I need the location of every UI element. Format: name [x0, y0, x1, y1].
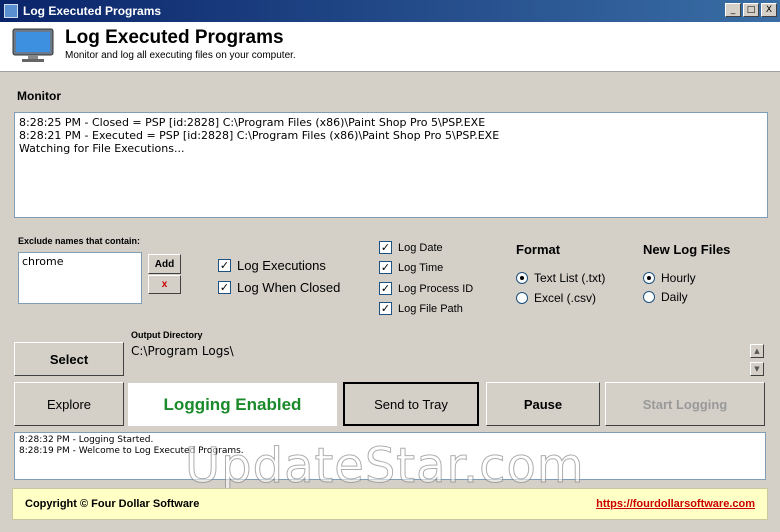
radio-selected-icon — [643, 272, 655, 284]
format-txt-label: Text List (.txt) — [534, 271, 606, 285]
daily-label: Daily — [661, 290, 688, 304]
format-label: Format — [516, 242, 561, 257]
hourly-radio[interactable]: Hourly — [643, 271, 696, 285]
log-when-closed-checkbox[interactable]: ✓ Log When Closed — [218, 280, 340, 295]
checkmark-icon: ✓ — [218, 259, 231, 272]
log-executions-label: Log Executions — [237, 258, 326, 273]
checkmark-icon: ✓ — [379, 241, 392, 254]
scroll-down-icon[interactable]: ▼ — [750, 362, 764, 376]
format-txt-radio[interactable]: Text List (.txt) — [516, 271, 605, 285]
log-executions-checkbox[interactable]: ✓ Log Executions — [218, 258, 326, 273]
format-csv-radio[interactable]: Excel (.csv) — [516, 291, 596, 305]
exclude-item[interactable]: chrome — [22, 255, 138, 268]
minimize-button[interactable]: _ — [725, 3, 741, 17]
send-to-tray-button[interactable]: Send to Tray — [343, 382, 479, 426]
copyright-text: Copyright © Four Dollar Software — [25, 498, 200, 510]
monitor-line: 8:28:21 PM - Executed = PSP [id:2828] C:… — [19, 129, 500, 142]
radio-selected-icon — [516, 272, 528, 284]
title-bar: Log Executed Programs _ □ X — [0, 0, 780, 22]
checkmark-icon: ✓ — [379, 261, 392, 274]
explore-button[interactable]: Explore — [14, 382, 124, 426]
log-file-path-label: Log File Path — [398, 302, 463, 315]
hourly-label: Hourly — [661, 271, 696, 285]
maximize-button[interactable]: □ — [743, 3, 759, 17]
monitor-label: Monitor — [17, 89, 61, 103]
log-time-checkbox[interactable]: ✓ Log Time — [379, 261, 443, 274]
start-logging-button[interactable]: Start Logging — [605, 382, 765, 426]
log-process-id-checkbox[interactable]: ✓ Log Process ID — [379, 282, 473, 295]
app-header: Log Executed Programs Monitor and log al… — [0, 22, 780, 72]
remove-exclude-button[interactable]: x — [148, 275, 181, 294]
radio-unselected-icon — [516, 292, 528, 304]
output-directory-path: C:\Program Logs\ — [131, 344, 234, 358]
exclude-list[interactable]: chrome — [18, 252, 142, 304]
monitor-line: Watching for File Executions... — [19, 142, 185, 155]
log-time-label: Log Time — [398, 261, 444, 274]
add-exclude-button[interactable]: Add — [148, 254, 181, 274]
output-directory-label: Output Directory — [131, 330, 203, 340]
checkmark-icon: ✓ — [218, 281, 231, 294]
log-file-path-checkbox[interactable]: ✓ Log File Path — [379, 302, 463, 315]
close-button[interactable]: X — [761, 3, 777, 17]
checkmark-icon: ✓ — [379, 302, 392, 315]
watermark: UpdateStar.com — [185, 438, 585, 495]
monitor-line: 8:28:25 PM - Closed = PSP [id:2828] C:\P… — [19, 116, 486, 129]
scroll-up-icon[interactable]: ▲ — [750, 344, 764, 358]
pause-button[interactable]: Pause — [486, 382, 600, 426]
logging-status: Logging Enabled — [128, 383, 337, 426]
log-date-checkbox[interactable]: ✓ Log Date — [379, 241, 443, 254]
window-controls: _ □ X — [725, 3, 777, 17]
exclude-label: Exclude names that contain: — [18, 236, 141, 246]
app-subtitle: Monitor and log all executing files on y… — [65, 50, 296, 61]
radio-unselected-icon — [643, 291, 655, 303]
checkmark-icon: ✓ — [379, 282, 392, 295]
log-process-id-label: Log Process ID — [398, 282, 474, 295]
app-title: Log Executed Programs — [65, 27, 284, 48]
website-link[interactable]: https://fourdollarsoftware.com — [596, 498, 755, 510]
log-date-label: Log Date — [398, 241, 443, 254]
daily-radio[interactable]: Daily — [643, 290, 688, 304]
app-icon — [4, 4, 18, 18]
footer: Copyright © Four Dollar Software https:/… — [12, 488, 768, 520]
select-directory-button[interactable]: Select — [14, 342, 124, 376]
monitor-icon — [12, 28, 54, 62]
monitor-log[interactable]: 8:28:25 PM - Closed = PSP [id:2828] C:\P… — [14, 112, 768, 218]
format-csv-label: Excel (.csv) — [534, 291, 597, 305]
window-title: Log Executed Programs — [23, 4, 162, 18]
log-when-closed-label: Log When Closed — [237, 280, 341, 295]
new-log-files-label: New Log Files — [643, 242, 731, 257]
